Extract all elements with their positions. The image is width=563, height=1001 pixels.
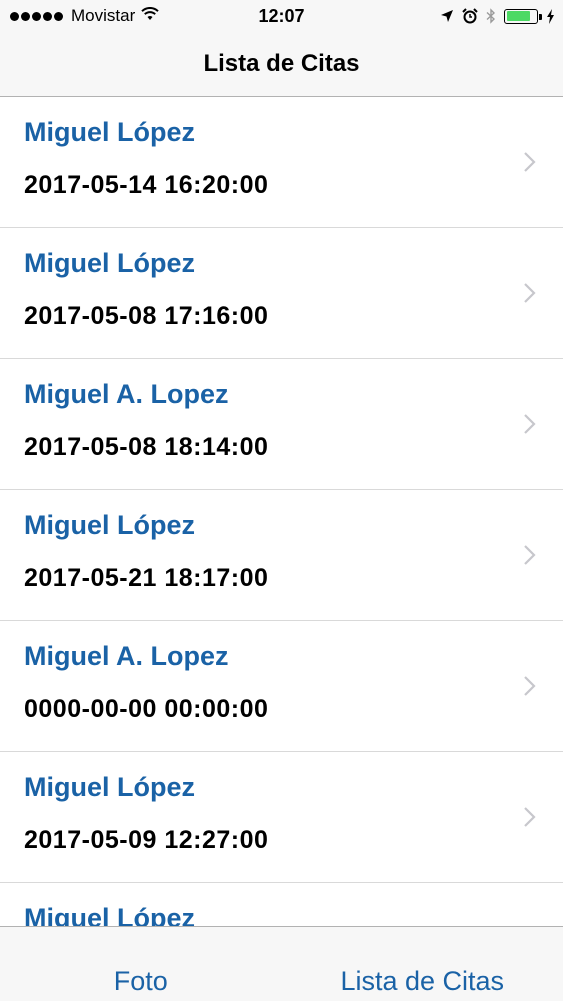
appointment-date: 2017-05-08 18:14:00 bbox=[24, 433, 268, 462]
list-item[interactable]: Miguel A. Lopez 0000-00-00 00:00:00 bbox=[0, 621, 563, 752]
tab-foto[interactable]: Foto bbox=[0, 927, 282, 1001]
appointment-name: Miguel López bbox=[24, 510, 195, 541]
list-item[interactable]: Miguel López 2017-05-08 17:16:00 bbox=[0, 228, 563, 359]
appointment-date: 2017-05-21 18:17:00 bbox=[24, 564, 268, 593]
list-item[interactable]: Miguel A. Lopez 2017-05-08 18:14:00 bbox=[0, 359, 563, 490]
tab-lista-de-citas[interactable]: Lista de Citas bbox=[282, 927, 563, 1001]
battery-level bbox=[507, 11, 530, 21]
appointment-list[interactable]: Miguel López 2017-05-14 16:20:00 Miguel … bbox=[0, 97, 563, 926]
appointment-name: Miguel López bbox=[24, 903, 195, 926]
charging-bolt-icon bbox=[546, 9, 555, 24]
battery-icon bbox=[504, 9, 538, 24]
list-item[interactable]: Miguel López 2017-05-09 12:27:00 bbox=[0, 752, 563, 883]
alarm-icon bbox=[462, 8, 478, 24]
appointment-name: Miguel A. Lopez bbox=[24, 379, 229, 410]
appointment-name: Miguel López bbox=[24, 117, 195, 148]
appointment-date: 2017-05-08 17:16:00 bbox=[24, 302, 268, 331]
appointment-date: 2017-05-14 16:20:00 bbox=[24, 171, 268, 200]
chevron-right-icon bbox=[523, 806, 537, 828]
navigation-bar: Lista de Citas bbox=[0, 32, 563, 97]
chevron-right-icon bbox=[523, 544, 537, 566]
status-right bbox=[432, 5, 555, 27]
appointment-date: 2017-05-09 12:27:00 bbox=[24, 826, 268, 855]
chevron-right-icon bbox=[523, 413, 537, 435]
chevron-right-icon bbox=[523, 151, 537, 173]
chevron-right-icon bbox=[523, 282, 537, 304]
status-bar: Movistar 12:07 bbox=[0, 0, 563, 32]
list-item[interactable]: Miguel López bbox=[0, 883, 563, 926]
list-item[interactable]: Miguel López 2017-05-21 18:17:00 bbox=[0, 490, 563, 621]
appointment-name: Miguel A. Lopez bbox=[24, 641, 229, 672]
tab-bar: Foto Lista de Citas bbox=[0, 926, 563, 1001]
list-item[interactable]: Miguel López 2017-05-14 16:20:00 bbox=[0, 97, 563, 228]
location-arrow-icon bbox=[440, 9, 454, 23]
bluetooth-icon bbox=[486, 8, 496, 24]
appointment-date: 0000-00-00 00:00:00 bbox=[24, 695, 268, 724]
appointment-name: Miguel López bbox=[24, 248, 195, 279]
page-title: Lista de Citas bbox=[203, 50, 359, 78]
chevron-right-icon bbox=[523, 675, 537, 697]
appointment-name: Miguel López bbox=[24, 772, 195, 803]
